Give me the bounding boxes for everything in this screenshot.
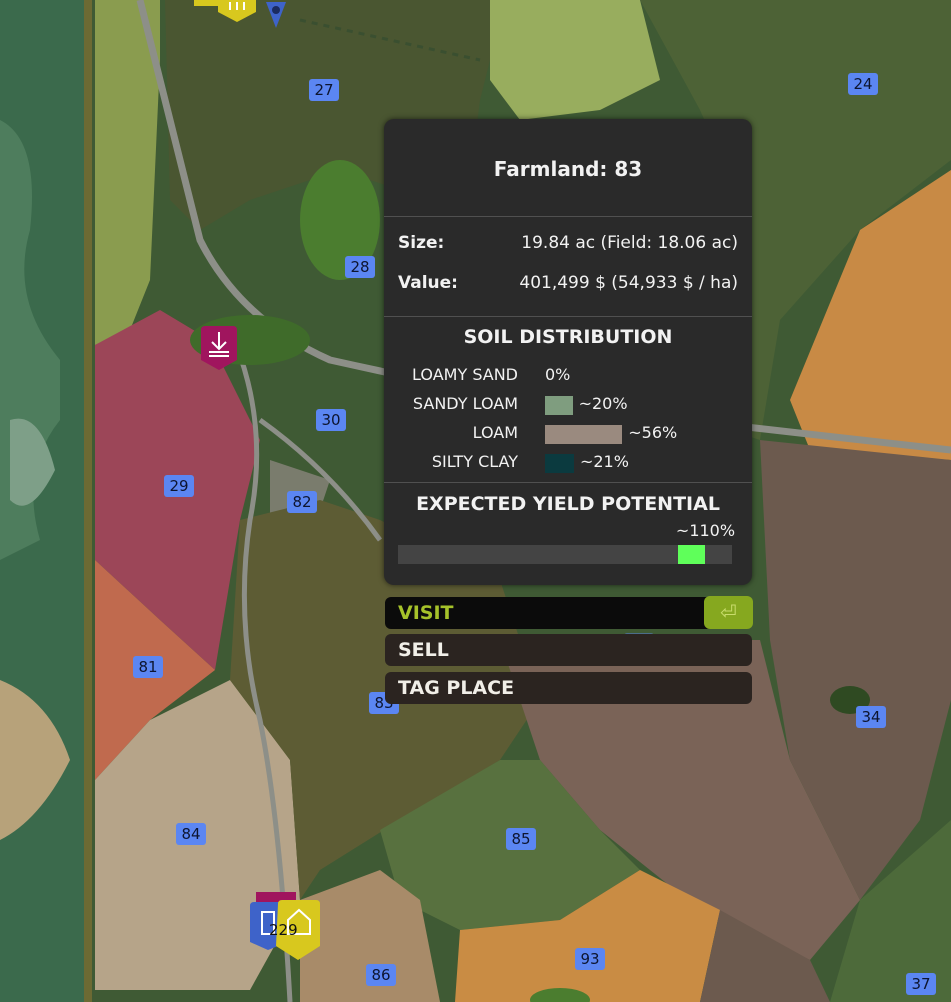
soil-distribution-heading: SOIL DISTRIBUTION bbox=[463, 326, 673, 348]
sell-button[interactable]: SELL bbox=[385, 634, 752, 666]
field-label-85[interactable]: 85 bbox=[506, 828, 536, 850]
field-label-229[interactable]: 229 bbox=[269, 921, 298, 939]
size-label: Size: bbox=[398, 233, 445, 253]
soil-percent: 0% bbox=[545, 365, 571, 384]
soil-swatch bbox=[545, 425, 623, 444]
yield-potential-heading: EXPECTED YIELD POTENTIAL bbox=[416, 493, 720, 515]
field-label-24[interactable]: 24 bbox=[848, 73, 878, 95]
size-value: 19.84 ac (Field: 18.06 ac) bbox=[521, 233, 738, 253]
yield-potential-bar bbox=[398, 545, 732, 564]
soil-name: LOAM bbox=[472, 423, 518, 442]
soil-percent: ~20% bbox=[578, 394, 628, 413]
field-label-37[interactable]: 37 bbox=[906, 973, 936, 995]
yield-percent-text: ~110% bbox=[675, 521, 736, 540]
enter-key-icon[interactable]: ⏎ bbox=[704, 596, 753, 629]
field-label-82[interactable]: 82 bbox=[287, 491, 317, 513]
soil-swatch bbox=[545, 454, 574, 473]
divider bbox=[384, 482, 752, 483]
soil-row: LOAMY SAND 0% bbox=[384, 365, 752, 389]
sell-point-icon[interactable] bbox=[197, 326, 241, 372]
field-label-93[interactable]: 93 bbox=[575, 948, 605, 970]
soil-percent: ~21% bbox=[579, 452, 629, 471]
soil-percent: ~56% bbox=[628, 423, 678, 442]
yield-marker bbox=[678, 545, 706, 564]
value-value: 401,499 $ (54,933 $ / ha) bbox=[519, 273, 738, 293]
farmland-title: Farmland: 83 bbox=[493, 157, 643, 181]
divider bbox=[384, 316, 752, 317]
soil-row: SILTY CLAY ~21% bbox=[384, 452, 752, 476]
value-label: Value: bbox=[398, 273, 458, 293]
divider bbox=[384, 216, 752, 217]
soil-row: SANDY LOAM ~20% bbox=[384, 394, 752, 418]
farmland-info-panel: Farmland: 83 Size: 19.84 ac (Field: 18.0… bbox=[384, 119, 752, 585]
field-label-84[interactable]: 84 bbox=[176, 823, 206, 845]
soil-name: LOAMY SAND bbox=[412, 365, 518, 384]
field-label-28[interactable]: 28 bbox=[345, 256, 375, 278]
vehicle-hotspot-icon[interactable] bbox=[190, 0, 290, 32]
field-label-81[interactable]: 81 bbox=[133, 656, 163, 678]
visit-button[interactable]: VISIT bbox=[385, 597, 752, 629]
field-label-30[interactable]: 30 bbox=[316, 409, 346, 431]
field-label-86[interactable]: 86 bbox=[366, 964, 396, 986]
field-label-27[interactable]: 27 bbox=[309, 79, 339, 101]
soil-name: SANDY LOAM bbox=[412, 394, 518, 413]
field-label-34[interactable]: 34 bbox=[856, 706, 886, 728]
soil-name: SILTY CLAY bbox=[431, 452, 518, 471]
soil-row: LOAM ~56% bbox=[384, 423, 752, 447]
field-label-29[interactable]: 29 bbox=[164, 475, 194, 497]
soil-swatch bbox=[545, 396, 573, 415]
tag-place-button[interactable]: TAG PLACE bbox=[385, 672, 752, 704]
